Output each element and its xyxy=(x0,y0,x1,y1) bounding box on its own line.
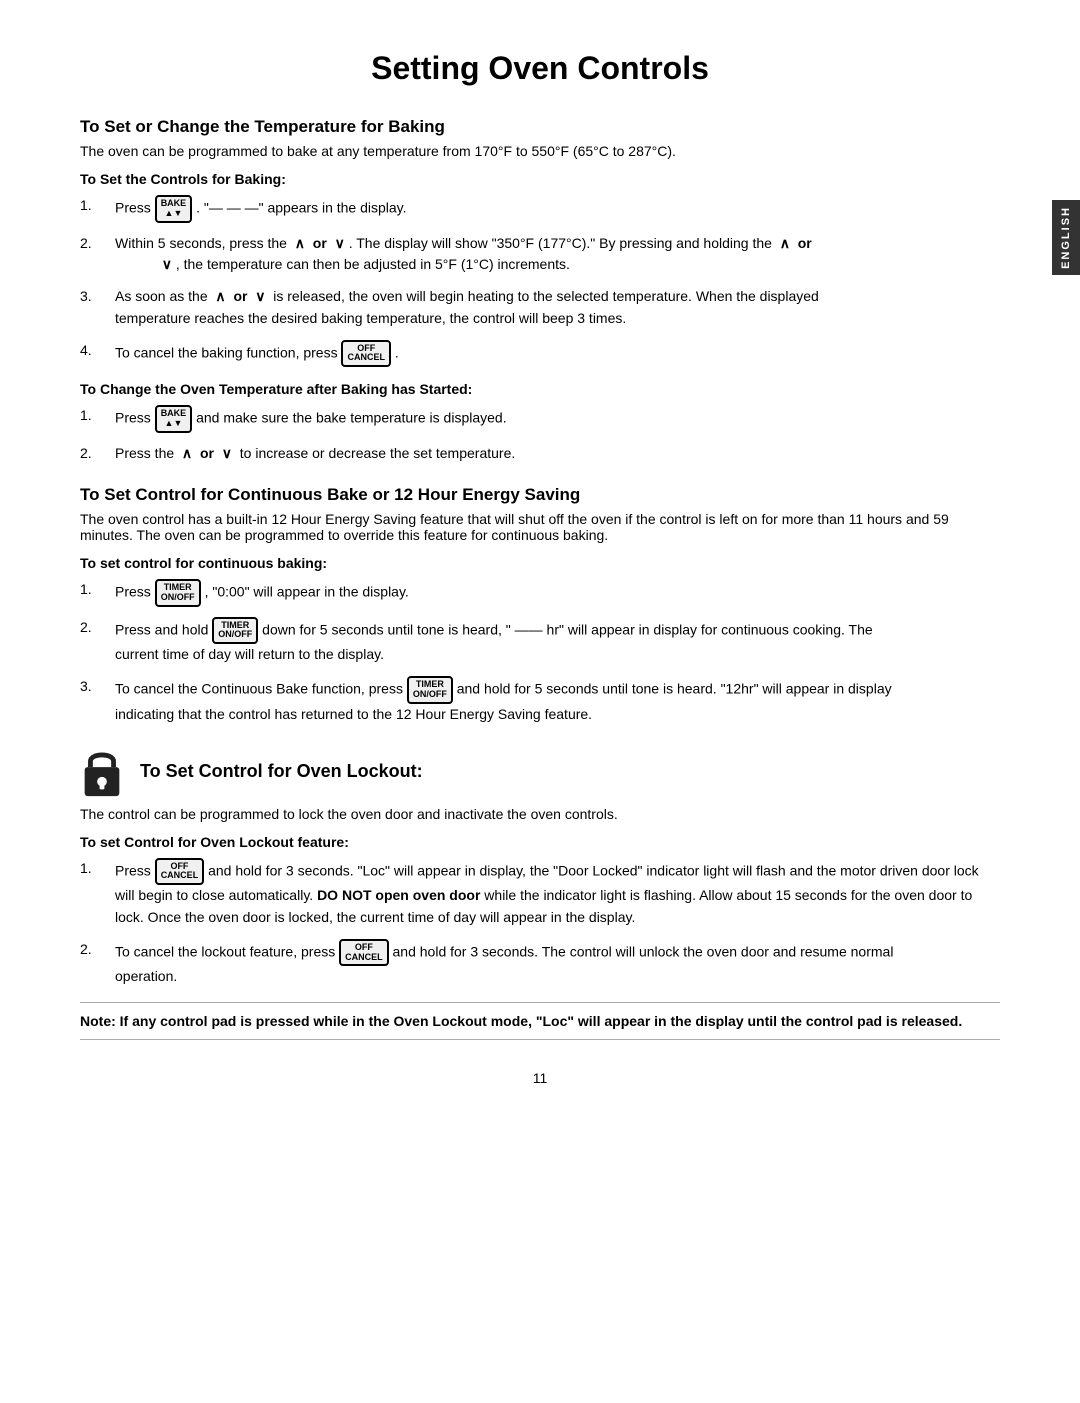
section2-subtitle: To set control for continuous baking: xyxy=(80,555,1000,571)
section1-title: To Set or Change the Temperature for Bak… xyxy=(80,117,1000,137)
page: ENGLISH Setting Oven Controls To Set or … xyxy=(0,0,1080,1403)
section3-intro: The control can be programmed to lock th… xyxy=(80,806,1000,822)
section-baking-temp: To Set or Change the Temperature for Bak… xyxy=(80,117,1000,465)
section1-subtitle2: To Change the Oven Temperature after Bak… xyxy=(80,381,1000,397)
side-tab-text: ENGLISH xyxy=(1060,206,1072,269)
lockout-header: To Set Control for Oven Lockout: xyxy=(80,746,1000,798)
section1-steps2: 1. Press BAKE▲▼ and make sure the bake t… xyxy=(80,405,1000,464)
list-item: 2. Press the ∧ or ∨ to increase or decre… xyxy=(80,443,1000,465)
off-cancel-button-img: OFFCANCEL xyxy=(341,340,391,368)
list-item: 1. Press BAKE▲▼ . "— — —" appears in the… xyxy=(80,195,1000,223)
side-tab: ENGLISH xyxy=(1052,200,1080,275)
bake-button-img: BAKE▲▼ xyxy=(155,195,193,223)
section2-title: To Set Control for Continuous Bake or 12… xyxy=(80,485,1000,505)
lock-icon xyxy=(80,746,124,798)
list-item: 4. To cancel the baking function, press … xyxy=(80,340,1000,368)
off-cancel-button-img2: OFFCANCEL xyxy=(155,858,205,886)
list-item: 2. To cancel the lockout feature, press … xyxy=(80,939,1000,988)
list-item: 1. Press BAKE▲▼ and make sure the bake t… xyxy=(80,405,1000,433)
list-item: 1. Press OFFCANCEL and hold for 3 second… xyxy=(80,858,1000,929)
section1-subtitle: To Set the Controls for Baking: xyxy=(80,171,1000,187)
section1-steps: 1. Press BAKE▲▼ . "— — —" appears in the… xyxy=(80,195,1000,367)
list-item: 3. As soon as the ∧ or ∨ is released, th… xyxy=(80,286,1000,329)
note-text: Note: If any control pad is pressed whil… xyxy=(80,1013,962,1029)
off-cancel-button-img3: OFFCANCEL xyxy=(339,939,389,967)
section1-intro: The oven can be programmed to bake at an… xyxy=(80,143,1000,159)
section-lockout: To Set Control for Oven Lockout: The con… xyxy=(80,746,1000,1041)
timer-button-img: TIMERON/OFF xyxy=(155,579,201,607)
timer-button-img3: TIMERON/OFF xyxy=(407,676,453,704)
note-box: Note: If any control pad is pressed whil… xyxy=(80,1002,1000,1040)
page-title: Setting Oven Controls xyxy=(80,50,1000,87)
section3-steps: 1. Press OFFCANCEL and hold for 3 second… xyxy=(80,858,1000,989)
section3-subtitle: To set Control for Oven Lockout feature: xyxy=(80,834,1000,850)
section-continuous-bake: To Set Control for Continuous Bake or 12… xyxy=(80,485,1000,726)
section3-title: To Set Control for Oven Lockout: xyxy=(140,761,423,782)
section2-intro: The oven control has a built-in 12 Hour … xyxy=(80,511,1000,543)
down-arrow: ∨ xyxy=(335,235,345,251)
timer-button-img2: TIMERON/OFF xyxy=(212,617,258,645)
page-number: 11 xyxy=(80,1070,1000,1086)
up-arrow: ∧ xyxy=(295,235,305,251)
list-item: 2. Press and hold TIMERON/OFF down for 5… xyxy=(80,617,1000,666)
bake-button-img2: BAKE▲▼ xyxy=(155,405,193,433)
list-item: 3. To cancel the Continuous Bake functio… xyxy=(80,676,1000,725)
list-item: 1. Press TIMERON/OFF , "0:00" will appea… xyxy=(80,579,1000,607)
list-item: 2. Within 5 seconds, press the ∧ or ∨ . … xyxy=(80,233,1000,276)
section2-steps: 1. Press TIMERON/OFF , "0:00" will appea… xyxy=(80,579,1000,726)
